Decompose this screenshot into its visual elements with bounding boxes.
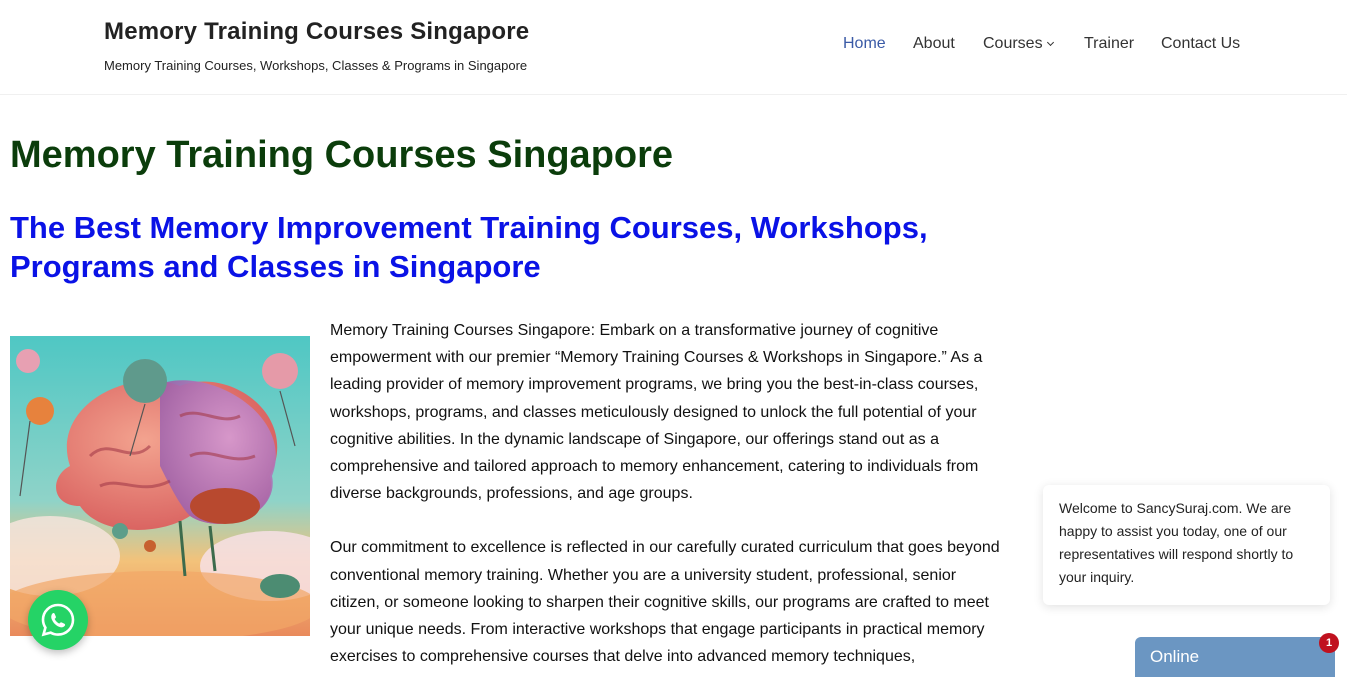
nav-item-trainer[interactable]: Trainer <box>1084 35 1134 53</box>
nav-item-about[interactable]: About <box>913 35 955 53</box>
intro-paragraph-1: Memory Training Courses Singapore: Embar… <box>330 322 983 503</box>
chevron-down-icon <box>1046 38 1054 47</box>
chat-online-tab[interactable]: Online <box>1135 637 1335 677</box>
site-title[interactable]: Memory Training Courses Singapore <box>104 18 529 46</box>
intro-text: Memory Training Courses Singapore: Embar… <box>330 317 1010 697</box>
chat-welcome-message[interactable]: Welcome to SancySuraj.com. We are happy … <box>1043 485 1330 605</box>
nav-item-courses-label: Courses <box>983 35 1043 52</box>
page-title: Memory Training Courses Singapore <box>10 134 674 176</box>
whatsapp-icon <box>41 603 75 637</box>
site-tagline: Memory Training Courses, Workshops, Clas… <box>104 58 528 73</box>
nav-item-home[interactable]: Home <box>843 35 886 53</box>
site-header: Memory Training Courses Singapore Memory… <box>0 0 1347 95</box>
whatsapp-button[interactable] <box>28 590 88 650</box>
page-subtitle: The Best Memory Improvement Training Cou… <box>10 210 928 284</box>
chat-status-label: Online <box>1150 647 1200 666</box>
intro-paragraph-2: Our commitment to excellence is reflecte… <box>330 539 1000 666</box>
chat-unread-badge: 1 <box>1319 633 1339 653</box>
main-nav: Home About Courses Trainer Contact Us <box>647 35 1347 57</box>
nav-item-courses[interactable]: Courses <box>983 35 1054 53</box>
nav-item-contact-us[interactable]: Contact Us <box>1161 35 1240 53</box>
